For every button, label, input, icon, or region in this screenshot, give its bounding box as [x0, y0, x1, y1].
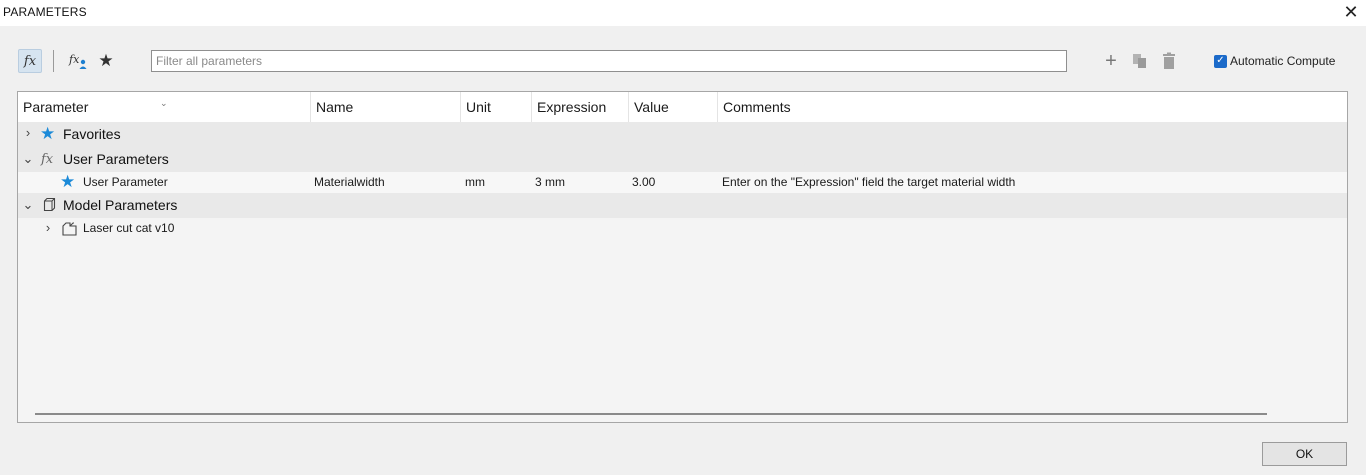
automatic-compute-toggle[interactable]: ✓ Automatic Compute: [1214, 54, 1335, 68]
sort-indicator-icon: ⌄: [160, 98, 168, 108]
body-icon: [43, 197, 56, 212]
expression-cell[interactable]: 3 mm: [535, 175, 565, 189]
column-header-label: Comments: [723, 99, 791, 115]
fx-toggle-button[interactable]: fx: [18, 49, 42, 73]
parameter-cell: User Parameter: [83, 175, 168, 189]
column-header-unit[interactable]: Unit: [461, 92, 532, 122]
column-header-label: Parameter: [23, 99, 89, 115]
component-icon: [62, 222, 77, 236]
plus-icon: +: [1105, 49, 1117, 72]
group-label: Favorites: [63, 126, 121, 142]
column-header-label: Name: [316, 99, 354, 115]
table-header: ⌄ Parameter Name Unit Expression Value C…: [18, 92, 1347, 122]
column-header-expression[interactable]: Expression: [532, 92, 629, 122]
group-label: User Parameters: [63, 151, 169, 167]
value-cell: 3.00: [632, 175, 656, 189]
star-icon: ★: [40, 124, 56, 143]
fx-icon: fx: [23, 53, 37, 69]
fx-icon: fx: [41, 152, 54, 167]
copy-parameter-button[interactable]: [1129, 49, 1151, 73]
column-header-label: Unit: [466, 99, 491, 115]
fx-user-icon: fx: [68, 53, 87, 69]
title-bar: PARAMETERS ✕: [0, 0, 1366, 26]
parameters-table: ⌄ Parameter Name Unit Expression Value C…: [17, 91, 1348, 423]
chevron-down-icon[interactable]: ⌄: [22, 151, 34, 167]
unit-cell[interactable]: mm: [465, 175, 485, 189]
group-row-user-parameters[interactable]: ⌄ fx User Parameters: [18, 147, 1347, 172]
comments-cell[interactable]: Enter on the "Expression" field the targ…: [722, 175, 1015, 189]
add-parameter-button[interactable]: +: [1100, 49, 1122, 73]
chevron-right-icon[interactable]: ›: [22, 125, 34, 140]
star-icon[interactable]: ★: [60, 172, 75, 192]
chevron-right-icon[interactable]: ›: [42, 220, 54, 235]
svg-text:fx: fx: [68, 53, 80, 66]
column-header-name[interactable]: Name: [311, 92, 461, 122]
window-title: PARAMETERS: [3, 5, 87, 19]
filter-parameters-input[interactable]: [151, 50, 1067, 72]
list-item-component[interactable]: › Laser cut cat v10: [18, 218, 1347, 239]
horizontal-scrollbar-thumb[interactable]: [35, 413, 1267, 415]
column-header-parameter[interactable]: ⌄ Parameter: [18, 92, 311, 122]
horizontal-scrollbar[interactable]: [18, 406, 1347, 422]
chevron-down-icon[interactable]: ⌄: [22, 197, 34, 213]
group-label: Model Parameters: [63, 197, 178, 213]
column-header-label: Expression: [537, 99, 607, 115]
table-row[interactable]: ★ User Parameter Materialwidth mm 3 mm 3…: [18, 172, 1347, 193]
delete-parameter-button[interactable]: [1158, 49, 1180, 73]
name-cell[interactable]: Materialwidth: [314, 175, 385, 189]
trash-icon: [1163, 52, 1175, 69]
close-icon[interactable]: ✕: [1340, 2, 1362, 24]
automatic-compute-label: Automatic Compute: [1230, 54, 1336, 68]
copy-icon: [1133, 54, 1146, 68]
column-header-label: Value: [634, 99, 669, 115]
group-row-favorites[interactable]: › ★ Favorites: [18, 122, 1347, 147]
automatic-compute-checkbox[interactable]: ✓: [1214, 54, 1227, 68]
user-parameters-filter-button[interactable]: fx: [66, 49, 90, 73]
toolbar-divider: [53, 50, 54, 72]
component-label: Laser cut cat v10: [83, 221, 175, 235]
favorites-filter-button[interactable]: ★: [94, 49, 118, 73]
group-row-model-parameters[interactable]: ⌄ Model Parameters: [18, 193, 1347, 218]
ok-button[interactable]: OK: [1262, 442, 1347, 466]
column-header-comments[interactable]: Comments: [718, 92, 1347, 122]
column-header-value[interactable]: Value: [629, 92, 718, 122]
star-icon: ★: [98, 51, 114, 70]
